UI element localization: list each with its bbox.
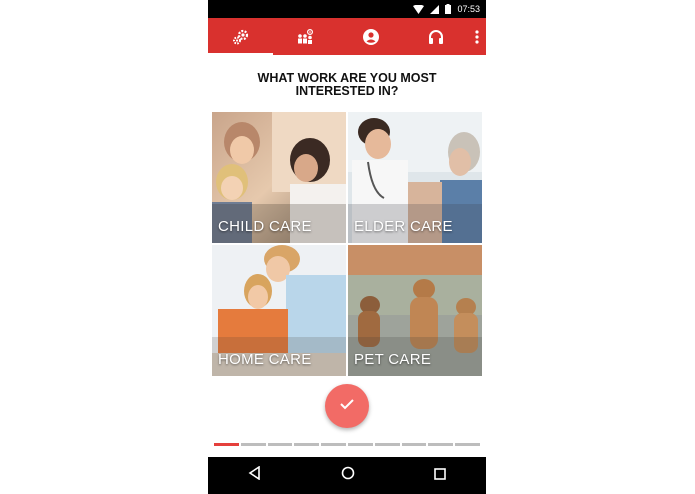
home-icon[interactable] (341, 466, 355, 485)
pet-care-tile[interactable]: PET CARE (348, 245, 482, 376)
page-title-line-2: INTERESTED IN? (295, 84, 399, 98)
progress-step (347, 443, 373, 446)
wifi-icon (413, 4, 425, 14)
child-care-tile[interactable]: CHILD CARE (212, 112, 346, 243)
home-care-label: HOME CARE (218, 351, 312, 368)
overflow-menu-button[interactable] (468, 18, 486, 55)
account-icon (362, 28, 379, 45)
gears-icon (232, 29, 250, 45)
tab-groups[interactable] (273, 18, 338, 55)
progress-step (455, 443, 480, 446)
confirm-button[interactable] (325, 384, 369, 428)
step-progress-bar (214, 443, 480, 446)
headset-icon (428, 29, 444, 45)
progress-step (374, 443, 400, 446)
home-care-tile[interactable]: HOME CARE (212, 245, 346, 376)
signal-icon (430, 4, 440, 14)
care-options-grid: CHILD CARE ELDER CARE HOME CARE PET CARE (212, 112, 482, 376)
tab-settings[interactable] (208, 18, 273, 55)
recents-icon[interactable] (434, 467, 447, 485)
page-title: WHAT WORK ARE YOU MOST INTERESTED IN? (218, 72, 476, 98)
tab-profile[interactable] (338, 18, 403, 55)
status-bar: 07:53 (208, 0, 486, 18)
progress-step (428, 443, 454, 446)
progress-step (294, 443, 320, 446)
more-vert-icon (475, 29, 479, 44)
pet-care-label: PET CARE (354, 351, 432, 368)
battery-icon (445, 4, 452, 14)
tab-support[interactable] (403, 18, 468, 55)
elder-care-tile[interactable]: ELDER CARE (348, 112, 482, 243)
phone-screen: 07:53 WHAT WORK ARE YOU MOST INTERESTED … (208, 0, 486, 494)
people-icon (296, 28, 316, 45)
top-toolbar (208, 18, 486, 55)
check-icon (339, 397, 355, 415)
elder-care-label: ELDER CARE (354, 218, 453, 235)
progress-step (401, 443, 427, 446)
progress-step (214, 443, 239, 446)
progress-step (321, 443, 346, 446)
back-icon[interactable] (248, 465, 262, 485)
progress-step (267, 443, 293, 446)
status-time: 07:53 (457, 4, 480, 14)
child-care-label: CHILD CARE (218, 218, 312, 235)
system-nav-bar (208, 457, 486, 494)
progress-step (240, 443, 266, 446)
